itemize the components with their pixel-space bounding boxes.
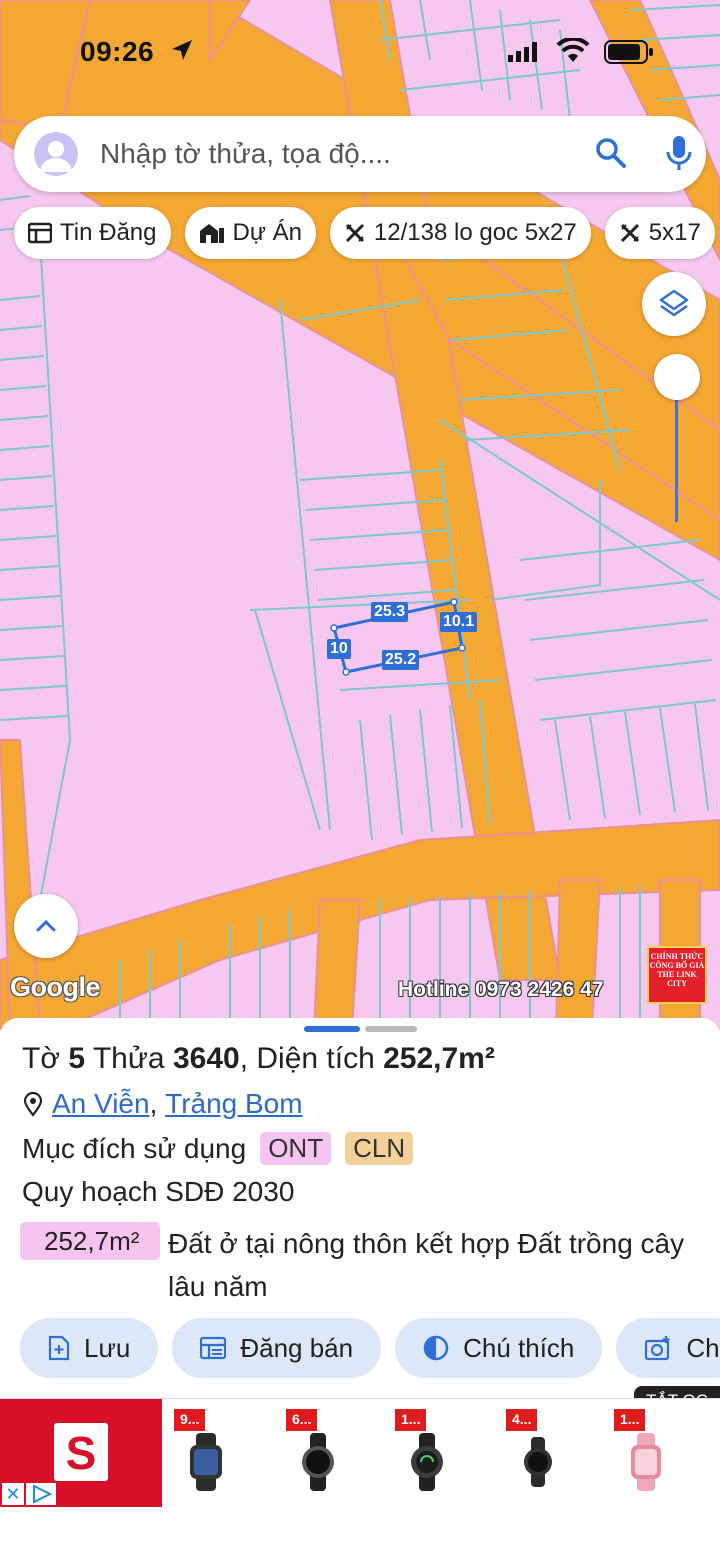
product-price: 4... xyxy=(506,1409,538,1431)
location-arrow-icon xyxy=(172,40,192,60)
opacity-slider-handle[interactable] xyxy=(654,354,700,400)
legend-button[interactable]: Chú thích xyxy=(395,1318,603,1378)
building-icon xyxy=(199,224,224,243)
add-photo-button[interactable]: Ch xyxy=(616,1318,720,1378)
ad-close-icon[interactable]: ✕ xyxy=(2,1483,24,1505)
save-icon xyxy=(48,1335,70,1361)
product-price: 1... xyxy=(395,1409,427,1431)
brand-logo: S xyxy=(54,1423,108,1481)
dimension-top: 25.3 xyxy=(371,602,409,622)
plan-description: Đất ở tại nông thôn kết hợp Đất trồng câ… xyxy=(168,1228,685,1302)
smartwatch-icon xyxy=(302,1433,334,1491)
plot-number: 3640 xyxy=(172,1042,240,1075)
parcel-info-sheet: Tờ 5 Thửa 3640, Diện tích 252,7m² An Viễ… xyxy=(0,1018,720,1416)
action-buttons: Lưu Đăng bán Chú thích Ch xyxy=(20,1318,720,1378)
parcel-title: Tờ 5 Thửa 3640, Diện tích 252,7m² xyxy=(22,1042,495,1075)
ruler-icon xyxy=(345,223,364,243)
cellular-signal-icon xyxy=(508,42,537,62)
contrast-icon xyxy=(423,1335,449,1361)
search-bar[interactable]: Nhập tờ thửa, tọa độ.... xyxy=(14,116,706,192)
district-link[interactable]: Trảng Bom xyxy=(165,1088,302,1120)
ad-product[interactable]: 4... xyxy=(506,1409,576,1499)
battery-icon xyxy=(604,40,653,64)
ad-product[interactable]: 1... xyxy=(395,1409,465,1499)
chip-tin-dang[interactable]: Tin Đăng xyxy=(14,207,171,259)
filter-chips: Tin Đăng Dự Án 12/138 lo goc 5x27 5x17 xyxy=(14,207,715,259)
product-price: 6... xyxy=(286,1409,318,1431)
plan-area-badge: 252,7m² xyxy=(20,1222,160,1260)
search-input[interactable]: Nhập tờ thửa, tọa độ.... xyxy=(100,138,391,170)
smartwatch-icon xyxy=(190,1433,222,1491)
commune-link[interactable]: An Viễn xyxy=(52,1088,150,1120)
chip-label: Dự Án xyxy=(232,219,302,246)
chip-label: 5x17 xyxy=(648,219,701,246)
sheet-handle[interactable] xyxy=(304,1026,360,1032)
parcel-location: An Viễn, Trảng Bom xyxy=(22,1088,303,1120)
status-time: 09:26 xyxy=(80,36,155,67)
ad-brand-panel[interactable]: S xyxy=(0,1399,162,1507)
chip-saved-plot[interactable]: 12/138 lo goc 5x27 xyxy=(329,207,591,259)
product-price: 1... xyxy=(614,1409,646,1431)
land-use-tag-ont: ONT xyxy=(260,1132,332,1165)
layers-icon xyxy=(659,289,689,317)
expand-up-button[interactable] xyxy=(14,894,78,958)
layers-button[interactable] xyxy=(642,272,706,336)
chip-du-an[interactable]: Dự Án xyxy=(184,207,316,259)
listing-icon xyxy=(28,222,52,244)
sheet-number: 5 xyxy=(68,1042,86,1075)
ad-product[interactable]: 1... xyxy=(614,1409,684,1499)
dimension-bottom: 25.2 xyxy=(382,650,420,670)
status-bar: 09:26 xyxy=(0,30,720,78)
ad-product[interactable]: 6... xyxy=(286,1409,356,1499)
the-link-city-badge[interactable]: CHÍNH THỨC CÔNG BỐ GIÁ THE LINK CITY xyxy=(647,946,707,1004)
sheet-handle-secondary[interactable] xyxy=(365,1026,417,1032)
smartwatch-icon xyxy=(524,1437,552,1487)
listing-icon xyxy=(200,1336,227,1360)
plan-heading: Quy hoạch SDĐ 2030 xyxy=(22,1176,295,1207)
smartwatch-icon xyxy=(411,1433,443,1491)
hotline-watermark: Hotline 0973 2426 47 xyxy=(398,978,604,1001)
map-view[interactable]: 25.3 10.1 10 25.2 09:26 Nhập tờ thửa, tọ… xyxy=(0,0,720,1030)
ad-product[interactable]: 9... xyxy=(174,1409,244,1499)
camera-icon xyxy=(645,1336,670,1361)
avatar[interactable] xyxy=(34,132,78,176)
land-use-tag-cln: CLN xyxy=(345,1132,414,1165)
ruler-icon xyxy=(620,223,639,243)
smartwatch-icon xyxy=(631,1433,661,1491)
microphone-icon[interactable] xyxy=(664,134,694,174)
land-use-purpose: Mục đích sử dụng ONT CLN xyxy=(22,1132,414,1165)
wifi-icon xyxy=(556,38,590,62)
map-pin-icon xyxy=(23,1091,43,1117)
search-icon[interactable] xyxy=(594,136,628,170)
opacity-slider-track[interactable] xyxy=(675,398,678,522)
chip-label: Tin Đăng xyxy=(60,219,157,246)
product-price: 9... xyxy=(174,1409,206,1431)
parcel-area: 252,7m² xyxy=(383,1042,495,1075)
ad-banner[interactable]: S ✕ 9... 6... 1... 4... 1... xyxy=(0,1398,720,1508)
post-for-sale-button[interactable]: Đăng bán xyxy=(172,1318,382,1378)
dimension-left: 10 xyxy=(327,639,351,659)
user-icon xyxy=(40,141,72,172)
ad-choices-icon[interactable] xyxy=(26,1483,56,1505)
chip-label: 12/138 lo goc 5x27 xyxy=(373,219,577,246)
google-logo: Google xyxy=(10,972,101,1002)
chevron-up-icon xyxy=(36,919,56,932)
save-button[interactable]: Lưu xyxy=(20,1318,159,1378)
dimension-right: 10.1 xyxy=(440,612,478,632)
chip-saved-plot-2[interactable]: 5x17 xyxy=(604,207,715,259)
home-indicator-area xyxy=(0,1508,720,1564)
